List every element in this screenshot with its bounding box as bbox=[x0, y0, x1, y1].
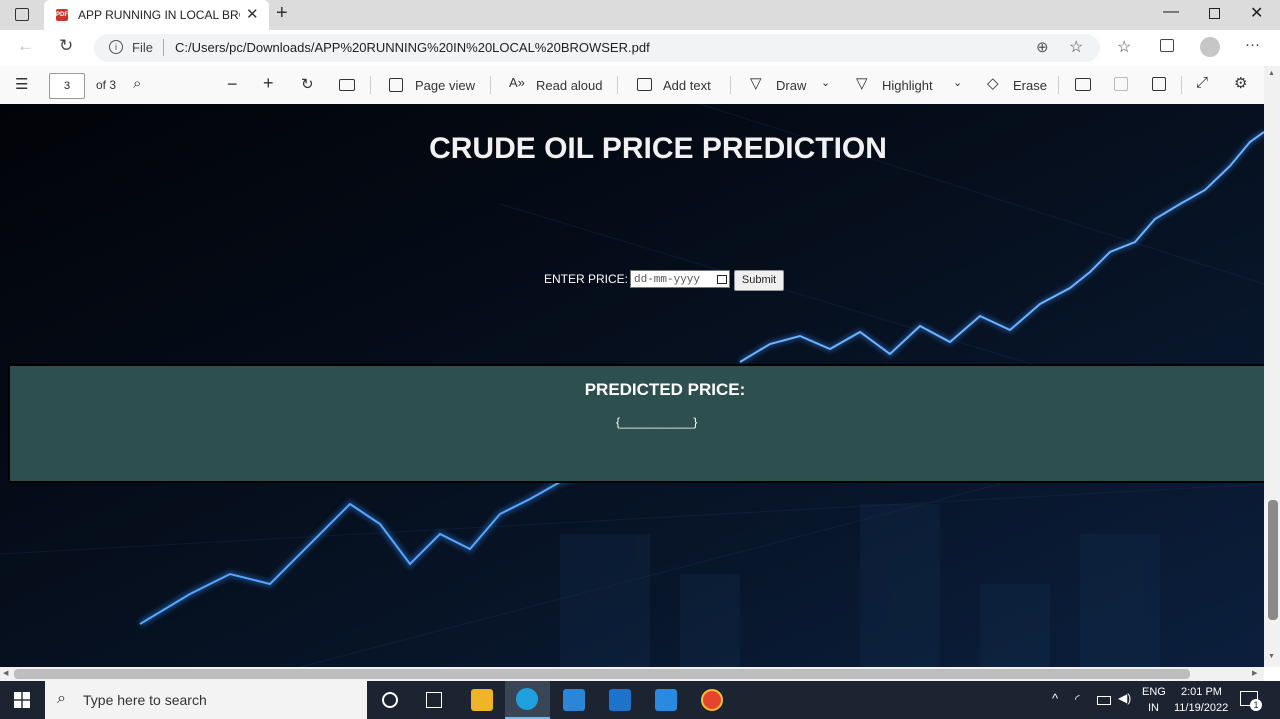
pdf-page-content: CRUDE OIL PRICE PREDICTION ENTER PRICE: … bbox=[0, 104, 1264, 667]
settings-gear-icon[interactable]: ⚙ bbox=[1234, 74, 1247, 92]
refresh-icon[interactable]: ↻ bbox=[59, 36, 73, 56]
submit-button[interactable]: Submit bbox=[734, 270, 784, 291]
add-favorite-icon[interactable]: ☆ bbox=[1069, 37, 1083, 57]
pdf-file-icon: PDF bbox=[56, 9, 68, 21]
edge-taskbar-button[interactable] bbox=[505, 681, 550, 719]
page-view-button[interactable]: Page view bbox=[415, 78, 475, 93]
draw-button[interactable]: Draw bbox=[776, 78, 806, 93]
search-icon: ⌕ bbox=[57, 690, 66, 707]
prediction-panel: PREDICTED PRICE: {___________} bbox=[8, 364, 1264, 483]
page-number-input[interactable]: 3 bbox=[49, 73, 85, 99]
vscode-icon[interactable] bbox=[655, 689, 677, 711]
collections-icon[interactable] bbox=[1160, 39, 1174, 52]
erase-button[interactable]: Erase bbox=[1013, 78, 1047, 93]
draw-icon: ▽ bbox=[750, 75, 762, 92]
browser-tab-bar: PDF APP RUNNING IN LOCAL BROWSER ✕ + — ✕ bbox=[0, 0, 1280, 31]
enter-price-label: ENTER PRICE: bbox=[544, 272, 629, 286]
url-divider bbox=[163, 39, 164, 56]
scroll-right-icon[interactable]: ▶ bbox=[1252, 669, 1257, 677]
toolbar-divider bbox=[1181, 76, 1182, 94]
fit-page-icon[interactable] bbox=[339, 79, 355, 91]
predicted-price-value: {___________} bbox=[616, 415, 698, 429]
read-aloud-icon: A» bbox=[509, 75, 525, 90]
windows-taskbar: ⌕ Type here to search ^ ◜ ◀) ENG IN 2:01… bbox=[0, 681, 1280, 719]
edge-icon bbox=[516, 688, 538, 710]
print-icon[interactable] bbox=[1075, 78, 1091, 91]
page-total: of 3 bbox=[96, 78, 117, 92]
new-tab-icon[interactable]: + bbox=[276, 2, 288, 25]
back-icon[interactable]: ← bbox=[17, 36, 34, 56]
window-maximize-icon[interactable] bbox=[1209, 8, 1220, 19]
store-icon[interactable] bbox=[563, 689, 585, 711]
zoom-icon[interactable]: ⊕ bbox=[1036, 38, 1049, 56]
tab-actions-icon[interactable] bbox=[15, 8, 29, 21]
pdf-toolbar: ☰ 3 of 3 ⌕ − + ↻ Page view A» Read aloud… bbox=[0, 66, 1280, 105]
address-bar-row: ← ↻ i File C:/Users/pc/Downloads/APP%20R… bbox=[0, 30, 1280, 66]
favorites-icon[interactable]: ☆ bbox=[1117, 37, 1131, 57]
find-icon[interactable]: ⌕ bbox=[133, 75, 141, 92]
mail-icon[interactable] bbox=[609, 689, 631, 711]
toolbar-divider bbox=[490, 76, 491, 94]
tab-close-icon[interactable]: ✕ bbox=[246, 5, 259, 23]
chrome-icon[interactable] bbox=[701, 689, 723, 711]
clock-time[interactable]: 2:01 PM bbox=[1181, 686, 1222, 698]
url-text: C:/Users/pc/Downloads/APP%20RUNNING%20IN… bbox=[175, 40, 650, 55]
predicted-price-heading: PREDICTED PRICE: bbox=[584, 380, 746, 399]
scroll-down-icon[interactable]: ▼ bbox=[1268, 653, 1275, 660]
read-aloud-button[interactable]: Read aloud bbox=[536, 78, 603, 93]
clock-date[interactable]: 11/19/2022 bbox=[1174, 702, 1228, 714]
vertical-scroll-thumb[interactable] bbox=[1268, 500, 1278, 620]
browser-tab[interactable]: PDF APP RUNNING IN LOCAL BROWSER ✕ bbox=[44, 0, 269, 31]
file-explorer-icon[interactable] bbox=[471, 689, 493, 711]
page-view-icon bbox=[389, 78, 403, 92]
search-placeholder: Type here to search bbox=[83, 692, 207, 708]
calendar-icon[interactable] bbox=[717, 275, 727, 284]
horizontal-scrollbar[interactable]: ◀ ▶ bbox=[0, 667, 1264, 681]
battery-icon[interactable] bbox=[1097, 696, 1111, 705]
date-input[interactable]: dd-mm-yyyy bbox=[630, 270, 730, 288]
scroll-up-icon[interactable]: ▲ bbox=[1268, 70, 1275, 77]
scroll-left-icon[interactable]: ◀ bbox=[3, 669, 8, 677]
show-hidden-icons[interactable]: ^ bbox=[1052, 691, 1058, 706]
wifi-icon[interactable]: ◜ bbox=[1075, 692, 1080, 706]
add-text-button[interactable]: Add text bbox=[663, 78, 711, 93]
highlight-chevron-down-icon[interactable]: ⌄ bbox=[953, 76, 962, 89]
highlight-button[interactable]: Highlight bbox=[882, 78, 933, 93]
toolbar-divider bbox=[617, 76, 618, 94]
windows-start-icon[interactable] bbox=[14, 692, 30, 708]
toolbar-divider bbox=[1058, 76, 1059, 94]
address-field[interactable]: i File C:/Users/pc/Downloads/APP%20RUNNI… bbox=[94, 34, 1100, 62]
horizontal-scroll-thumb[interactable] bbox=[14, 669, 1190, 679]
save-icon[interactable] bbox=[1114, 77, 1128, 91]
draw-chevron-down-icon[interactable]: ⌄ bbox=[821, 76, 830, 89]
highlight-icon: ▽ bbox=[856, 75, 868, 92]
vertical-scrollbar[interactable]: ▲ ▼ bbox=[1264, 66, 1280, 667]
window-close-icon[interactable]: ✕ bbox=[1250, 3, 1263, 23]
task-view-icon[interactable] bbox=[426, 692, 442, 708]
more-options-icon[interactable]: ··· bbox=[1245, 36, 1260, 53]
taskbar-search[interactable]: ⌕ Type here to search bbox=[45, 681, 367, 719]
toolbar-divider bbox=[370, 76, 371, 94]
language-top[interactable]: ENG bbox=[1142, 686, 1166, 698]
eraser-icon: ◇ bbox=[987, 75, 999, 92]
window-minimize-icon[interactable]: — bbox=[1163, 3, 1179, 21]
tab-title: APP RUNNING IN LOCAL BROWSER bbox=[78, 8, 240, 22]
page-title: CRUDE OIL PRICE PREDICTION bbox=[429, 132, 887, 165]
info-icon[interactable]: i bbox=[109, 40, 123, 54]
url-scheme: File bbox=[132, 40, 153, 55]
volume-icon[interactable]: ◀) bbox=[1118, 691, 1131, 705]
profile-avatar[interactable] bbox=[1200, 37, 1220, 57]
add-text-icon bbox=[637, 78, 652, 91]
fullscreen-icon[interactable]: ⤢ bbox=[1196, 74, 1208, 91]
contents-list-icon[interactable]: ☰ bbox=[15, 75, 28, 93]
toolbar-divider bbox=[730, 76, 731, 94]
cortana-icon[interactable] bbox=[382, 692, 398, 708]
rotate-icon[interactable]: ↻ bbox=[301, 75, 314, 93]
zoom-in-icon[interactable]: + bbox=[263, 73, 274, 94]
zoom-out-icon[interactable]: − bbox=[227, 74, 238, 95]
save-as-icon[interactable] bbox=[1152, 77, 1166, 91]
notification-count-badge: 1 bbox=[1250, 699, 1262, 711]
language-bottom[interactable]: IN bbox=[1148, 702, 1159, 714]
